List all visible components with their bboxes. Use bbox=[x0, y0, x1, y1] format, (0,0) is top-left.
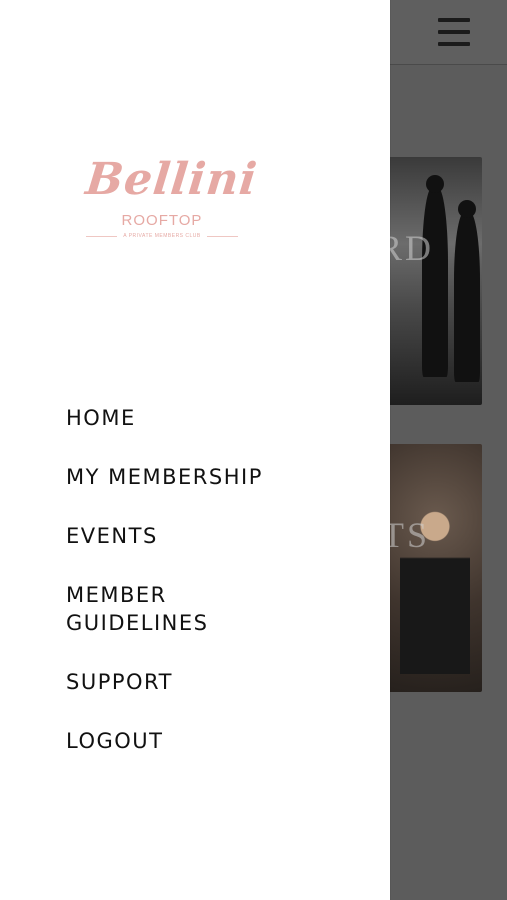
silhouette-figure bbox=[422, 175, 448, 377]
menu-item-events[interactable]: EVENTS bbox=[66, 522, 366, 550]
navigation-drawer: Bellini ROOFTOP A PRIVATE MEMBERS CLUB H… bbox=[0, 0, 390, 900]
logo-script: Bellini bbox=[83, 154, 260, 205]
drawer-menu: HOME MY MEMBERSHIP EVENTS MEMBER GUIDELI… bbox=[66, 404, 366, 786]
bellini-logo: Bellini ROOFTOP A PRIVATE MEMBERS CLUB bbox=[83, 150, 260, 239]
menu-item-logout[interactable]: LOGOUT bbox=[66, 727, 366, 755]
divider bbox=[206, 235, 238, 237]
menu-item-member-guidelines[interactable]: MEMBER GUIDELINES bbox=[66, 581, 246, 637]
menu-item-my-membership[interactable]: MY MEMBERSHIP bbox=[66, 463, 366, 491]
logo-subtitle: ROOFTOP bbox=[121, 212, 203, 229]
logo-tagline-row: A PRIVATE MEMBERS CLUB bbox=[86, 233, 238, 239]
divider bbox=[86, 235, 118, 237]
menu-item-support[interactable]: SUPPORT bbox=[66, 668, 366, 696]
menu-item-home[interactable]: HOME bbox=[66, 404, 366, 432]
logo-tagline: A PRIVATE MEMBERS CLUB bbox=[123, 233, 201, 239]
hamburger-icon[interactable] bbox=[438, 18, 470, 46]
